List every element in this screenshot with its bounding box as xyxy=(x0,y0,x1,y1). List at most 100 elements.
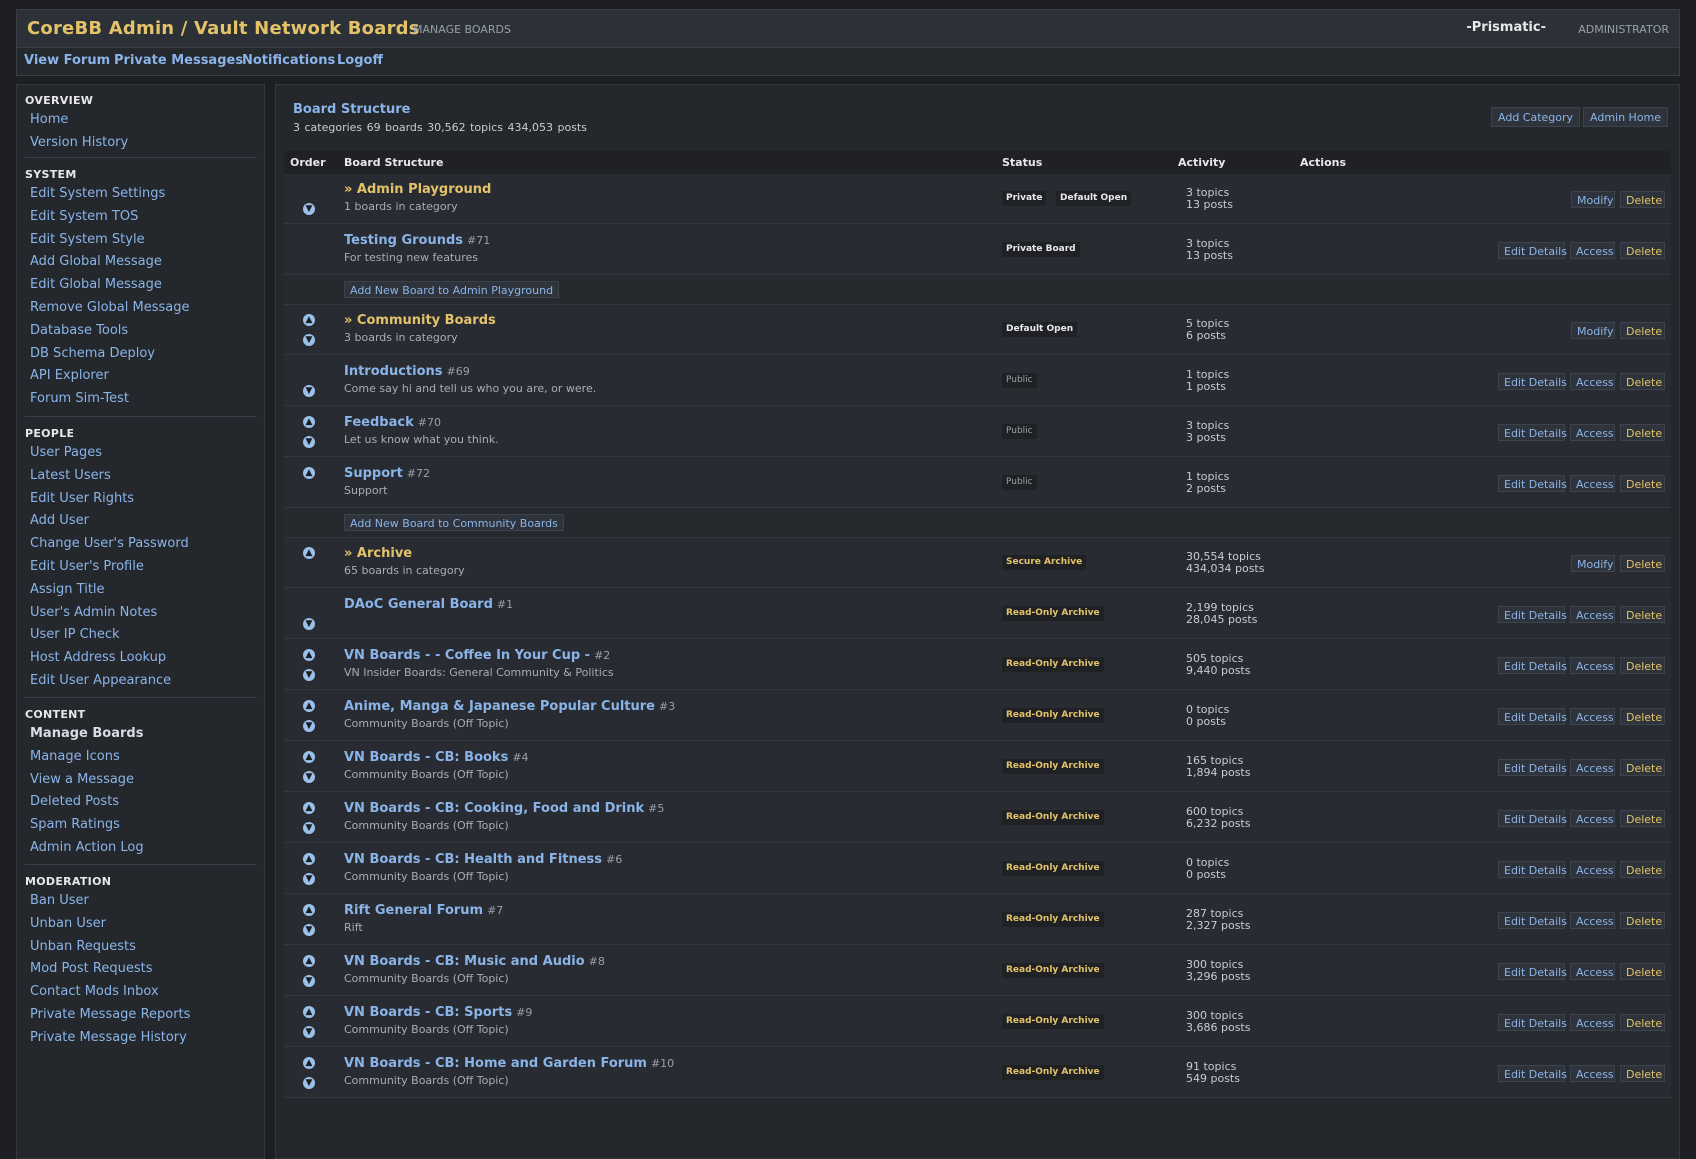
sidebar-item-edit-system-settings[interactable]: Edit System Settings xyxy=(30,186,165,201)
arrow-up-circle-icon[interactable]: ▲ xyxy=(303,547,315,559)
delete-button[interactable]: Delete xyxy=(1620,656,1665,674)
arrow-down-circle-icon[interactable]: ▼ xyxy=(303,1076,315,1089)
delete-button[interactable]: Delete xyxy=(1620,860,1665,878)
sidebar-item-assign-title[interactable]: Assign Title xyxy=(30,582,105,597)
delete-button[interactable]: Delete xyxy=(1620,758,1665,776)
modify-button[interactable]: Modify xyxy=(1571,191,1615,208)
sidebar-item-manage-icons[interactable]: Manage Icons xyxy=(30,749,120,764)
sidebar-item-ban-user[interactable]: Ban User xyxy=(30,893,89,908)
sidebar-item-user-pages[interactable]: User Pages xyxy=(30,445,102,460)
arrow-down-circle-icon[interactable]: ▼ xyxy=(303,203,315,215)
delete-button[interactable]: Delete xyxy=(1620,962,1665,980)
arrow-up-circle-icon[interactable]: ▲ xyxy=(303,1005,315,1018)
access-button[interactable]: Access xyxy=(1570,1064,1615,1082)
sidebar-item-edit-system-tos[interactable]: Edit System TOS xyxy=(30,209,138,224)
delete-button[interactable]: Delete xyxy=(1620,191,1665,208)
sidebar-item-edit-global-message[interactable]: Edit Global Message xyxy=(30,277,162,292)
access-button[interactable]: Access xyxy=(1570,656,1615,674)
edit-details-button[interactable]: Edit Details xyxy=(1498,758,1567,776)
access-button[interactable]: Access xyxy=(1570,707,1615,725)
arrow-up-circle-icon[interactable]: ▲ xyxy=(303,903,315,916)
sidebar-item-contact-mods-inbox[interactable]: Contact Mods Inbox xyxy=(30,984,159,999)
sidebar-item-db-schema-deploy[interactable]: DB Schema Deploy xyxy=(30,346,155,361)
access-button[interactable]: Access xyxy=(1570,809,1615,827)
board-name[interactable]: Feedback #70 xyxy=(344,415,441,430)
sidebar-item-spam-ratings[interactable]: Spam Ratings xyxy=(30,817,120,832)
edit-details-button[interactable]: Edit Details xyxy=(1498,241,1567,259)
nav-private-messages[interactable]: Private Messages xyxy=(114,53,243,68)
edit-details-button[interactable]: Edit Details xyxy=(1498,474,1567,492)
sidebar-item-change-user-s-password[interactable]: Change User's Password xyxy=(30,536,189,551)
sidebar-item-private-message-history[interactable]: Private Message History xyxy=(30,1030,187,1045)
access-button[interactable]: Access xyxy=(1570,241,1615,259)
board-name[interactable]: VN Boards - CB: Music and Audio #8 xyxy=(344,954,605,969)
current-user-name[interactable]: -Prismatic- xyxy=(1466,20,1546,35)
modify-button[interactable]: Modify xyxy=(1571,555,1615,572)
sidebar-item-add-user[interactable]: Add User xyxy=(30,513,89,528)
sidebar-item-edit-user-s-profile[interactable]: Edit User's Profile xyxy=(30,559,144,574)
site-title[interactable]: CoreBB Admin / Vault Network Boards xyxy=(27,18,420,39)
edit-details-button[interactable]: Edit Details xyxy=(1498,656,1567,674)
arrow-down-circle-icon[interactable]: ▼ xyxy=(303,384,315,397)
admin-home-button[interactable]: Admin Home xyxy=(1583,107,1669,127)
arrow-up-circle-icon[interactable]: ▲ xyxy=(303,466,315,479)
sidebar-item-edit-user-appearance[interactable]: Edit User Appearance xyxy=(30,673,171,688)
delete-button[interactable]: Delete xyxy=(1620,707,1665,725)
delete-button[interactable]: Delete xyxy=(1620,555,1665,572)
arrow-down-circle-icon[interactable]: ▼ xyxy=(303,668,315,681)
edit-details-button[interactable]: Edit Details xyxy=(1498,860,1567,878)
board-name[interactable]: VN Boards - CB: Cooking, Food and Drink #… xyxy=(344,801,664,816)
access-button[interactable]: Access xyxy=(1570,911,1615,929)
board-name[interactable]: VN Boards - CB: Health and Fitness #6 xyxy=(344,852,622,867)
arrow-up-circle-icon[interactable]: ▲ xyxy=(303,801,315,814)
arrow-up-circle-icon[interactable]: ▲ xyxy=(303,648,315,661)
board-name[interactable]: DAoC General Board #1 xyxy=(344,597,513,612)
edit-details-button[interactable]: Edit Details xyxy=(1498,605,1567,623)
sidebar-item-user-s-admin-notes[interactable]: User's Admin Notes xyxy=(30,605,157,620)
access-button[interactable]: Access xyxy=(1570,962,1615,980)
edit-details-button[interactable]: Edit Details xyxy=(1498,962,1567,980)
delete-button[interactable]: Delete xyxy=(1620,1013,1665,1031)
edit-details-button[interactable]: Edit Details xyxy=(1498,372,1567,390)
arrow-up-circle-icon[interactable]: ▲ xyxy=(303,1056,315,1069)
access-button[interactable]: Access xyxy=(1570,758,1615,776)
arrow-down-circle-icon[interactable]: ▼ xyxy=(303,923,315,936)
delete-button[interactable]: Delete xyxy=(1620,372,1665,390)
arrow-up-circle-icon[interactable]: ▲ xyxy=(303,415,315,428)
sidebar-item-unban-requests[interactable]: Unban Requests xyxy=(30,939,136,954)
sidebar-item-view-a-message[interactable]: View a Message xyxy=(30,772,134,787)
category-name[interactable]: » Admin Playground xyxy=(344,182,491,197)
nav-notifications[interactable]: Notifications xyxy=(242,53,335,68)
edit-details-button[interactable]: Edit Details xyxy=(1498,809,1567,827)
edit-details-button[interactable]: Edit Details xyxy=(1498,423,1567,441)
arrow-up-circle-icon[interactable]: ▲ xyxy=(303,699,315,712)
arrow-down-circle-icon[interactable]: ▼ xyxy=(303,617,315,630)
board-name[interactable]: Support #72 xyxy=(344,466,430,481)
category-name[interactable]: » Archive xyxy=(344,546,412,561)
sidebar-item-version-history[interactable]: Version History xyxy=(30,135,128,150)
sidebar-item-home[interactable]: Home xyxy=(30,112,68,127)
delete-button[interactable]: Delete xyxy=(1620,322,1665,339)
board-name[interactable]: Introductions #69 xyxy=(344,364,470,379)
delete-button[interactable]: Delete xyxy=(1620,1064,1665,1082)
board-name[interactable]: VN Boards - CB: Books #4 xyxy=(344,750,529,765)
sidebar-item-unban-user[interactable]: Unban User xyxy=(30,916,106,931)
sidebar-item-database-tools[interactable]: Database Tools xyxy=(30,323,128,338)
sidebar-item-mod-post-requests[interactable]: Mod Post Requests xyxy=(30,961,152,976)
edit-details-button[interactable]: Edit Details xyxy=(1498,1064,1567,1082)
modify-button[interactable]: Modify xyxy=(1571,322,1615,339)
arrow-down-circle-icon[interactable]: ▼ xyxy=(303,770,315,783)
arrow-up-circle-icon[interactable]: ▲ xyxy=(303,750,315,763)
add-board-button[interactable]: Add New Board to Community Boards xyxy=(344,514,564,531)
sidebar-item-latest-users[interactable]: Latest Users xyxy=(30,468,111,483)
sidebar-item-edit-system-style[interactable]: Edit System Style xyxy=(30,232,145,247)
add-board-button[interactable]: Add New Board to Admin Playground xyxy=(344,281,560,298)
delete-button[interactable]: Delete xyxy=(1620,605,1665,623)
arrow-down-circle-icon[interactable]: ▼ xyxy=(303,435,315,448)
delete-button[interactable]: Delete xyxy=(1620,423,1665,441)
sidebar-item-forum-sim-test[interactable]: Forum Sim-Test xyxy=(30,391,129,406)
sidebar-item-host-address-lookup[interactable]: Host Address Lookup xyxy=(30,650,166,665)
add-category-button[interactable]: Add Category xyxy=(1491,107,1581,127)
arrow-down-circle-icon[interactable]: ▼ xyxy=(303,821,315,834)
sidebar-item-add-global-message[interactable]: Add Global Message xyxy=(30,254,162,269)
